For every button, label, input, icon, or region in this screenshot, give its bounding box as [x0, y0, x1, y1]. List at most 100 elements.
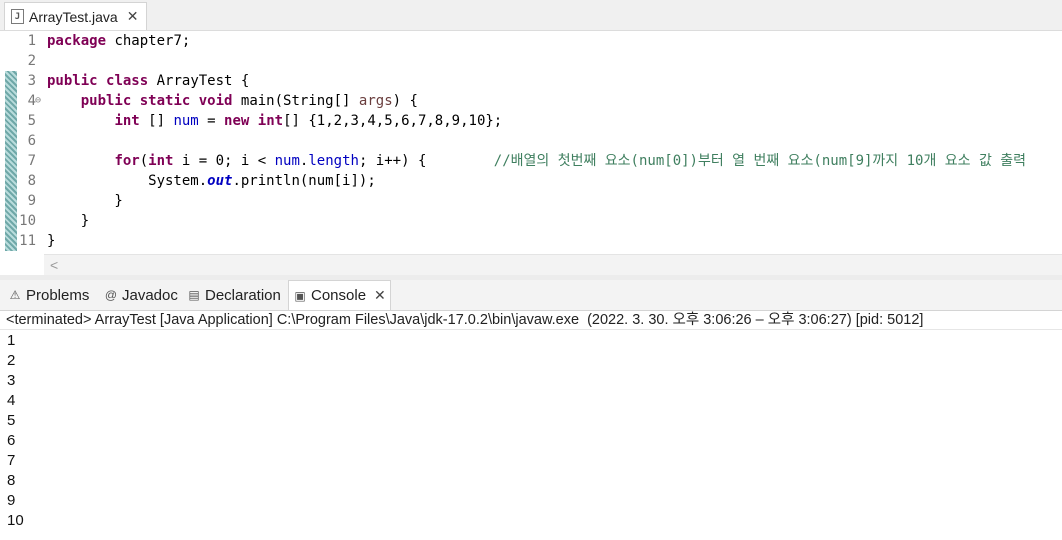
scroll-left-icon[interactable]: <: [50, 255, 58, 275]
code-token: int: [257, 113, 284, 129]
tab-problems-label: Problems: [26, 286, 90, 304]
javadoc-icon: @: [104, 288, 118, 302]
code-line[interactable]: 4 ⊖ public static void main(String[] args…: [0, 91, 1062, 111]
console-output-line: 2: [7, 352, 16, 369]
code-token: int: [114, 113, 140, 129]
code-token: []: [139, 113, 174, 129]
code-line[interactable]: 2: [0, 51, 1062, 71]
line-number: 6: [27, 133, 36, 149]
code-editor[interactable]: 1 package chapter7; 2 3 public class ArrayTe…: [0, 31, 1062, 254]
code-token: static: [139, 93, 191, 109]
console-output-line: 6: [7, 432, 16, 449]
code-text: for(int i = 0; i < num.length; i++) { //…: [47, 151, 1026, 171]
line-number: 10: [19, 213, 36, 229]
line-number: 11: [19, 233, 36, 249]
console-output-line: 8: [7, 472, 16, 489]
tab-problems[interactable]: ⚠ Problems: [4, 280, 93, 310]
java-file-icon: J: [11, 9, 24, 24]
code-line[interactable]: 11}: [0, 231, 1062, 251]
line-number: 3: [27, 73, 36, 89]
console-icon: ▣: [294, 288, 306, 303]
code-text: int [] num = new int[] {1,2,3,4,5,6,7,8,…: [47, 111, 502, 131]
tab-declaration-label: Declaration: [205, 286, 281, 304]
view-tabbar: ⚠ Problems @ Javadoc ▤ Declaration ▣ Con…: [0, 280, 1062, 311]
fold-icon[interactable]: ⊖: [35, 91, 41, 111]
code-text: public class ArrayTest {: [47, 71, 249, 91]
code-token: main(String[]: [232, 93, 359, 109]
console-output-line: 7: [7, 452, 16, 469]
code-text: System.out.println(num[i]);: [47, 171, 376, 191]
console-status: <terminated> ArrayTest [Java Application…: [0, 311, 1062, 330]
tab-console[interactable]: ▣ Console ✕: [288, 280, 391, 310]
console-output-line: 3: [7, 372, 16, 389]
code-token: ArrayTest {: [148, 73, 250, 89]
code-text: public static void main(String[] args) {: [47, 91, 418, 111]
code-token: args: [358, 93, 393, 109]
console-output-line: 5: [7, 412, 16, 429]
code-line[interactable]: 3 public class ArrayTest {: [0, 71, 1062, 91]
code-token: new: [224, 113, 250, 129]
code-token: chapter7;: [106, 33, 191, 49]
close-icon[interactable]: ✕: [374, 287, 386, 304]
code-token: length: [308, 153, 359, 169]
tab-javadoc-label: Javadoc: [122, 286, 178, 304]
code-line[interactable]: 9 }: [0, 191, 1062, 211]
console-output-line: 4: [7, 392, 16, 409]
code-token: }: [47, 213, 90, 229]
code-token: void: [198, 93, 233, 109]
code-token: System.: [47, 173, 208, 189]
code-line[interactable]: 1 package chapter7;: [0, 31, 1062, 51]
tab-javadoc[interactable]: @ Javadoc: [100, 280, 182, 310]
code-text: package chapter7;: [47, 31, 190, 51]
line-number: 1: [27, 33, 36, 49]
code-text: }: [47, 211, 89, 231]
code-line[interactable]: 8 System.out.println(num[i]);: [0, 171, 1062, 191]
code-line[interactable]: 5 int [] num = new int[] {1,2,3,4,5,6,7,…: [0, 111, 1062, 131]
code-token: i = 0; i <: [173, 153, 275, 169]
code-token: =: [198, 113, 225, 129]
editor-tabbar: J ArrayTest.java ✕: [0, 0, 1062, 31]
line-number: 5: [27, 113, 36, 129]
line-number: 9: [27, 193, 36, 209]
line-number: 8: [27, 173, 36, 189]
code-token: .println(num[i]);: [232, 173, 376, 189]
editor-tab-arraytest[interactable]: J ArrayTest.java ✕: [4, 2, 148, 30]
editor-tab-label: ArrayTest.java: [29, 8, 118, 25]
code-token: class: [106, 73, 149, 89]
horizontal-scrollbar[interactable]: <: [44, 254, 1062, 275]
code-line[interactable]: 6: [0, 131, 1062, 151]
problems-icon: ⚠: [9, 288, 21, 302]
tab-declaration[interactable]: ▤ Declaration: [183, 280, 285, 310]
line-number: 7: [27, 153, 36, 169]
declaration-icon: ▤: [188, 288, 200, 302]
code-text: }: [47, 191, 123, 211]
console-output-line: 10: [7, 512, 24, 529]
line-number: 2: [27, 53, 36, 69]
code-token: for: [114, 153, 140, 169]
code-token: (: [139, 153, 149, 169]
code-text: }: [47, 231, 55, 251]
code-token: }: [47, 193, 123, 209]
code-line[interactable]: 10 }: [0, 211, 1062, 231]
code-token: }: [47, 233, 56, 249]
code-token: public: [47, 73, 98, 89]
code-token: public: [80, 93, 132, 109]
code-token: out: [207, 173, 233, 189]
code-token: package: [47, 33, 107, 49]
code-line[interactable]: 7 for(int i = 0; i < num.length; i++) { …: [0, 151, 1062, 171]
code-token: ; i++) {: [358, 153, 494, 169]
code-token: //배열의 첫번째 요소(num[0])부터 열 번째 요소(num[9]까지 …: [493, 153, 1027, 169]
code-token: ) {: [392, 93, 418, 109]
close-icon[interactable]: ✕: [127, 8, 139, 25]
tab-console-label: Console: [311, 287, 367, 304]
console-output-line: 1: [7, 332, 16, 349]
line-number: 4: [27, 93, 36, 109]
code-token: num: [274, 153, 300, 169]
